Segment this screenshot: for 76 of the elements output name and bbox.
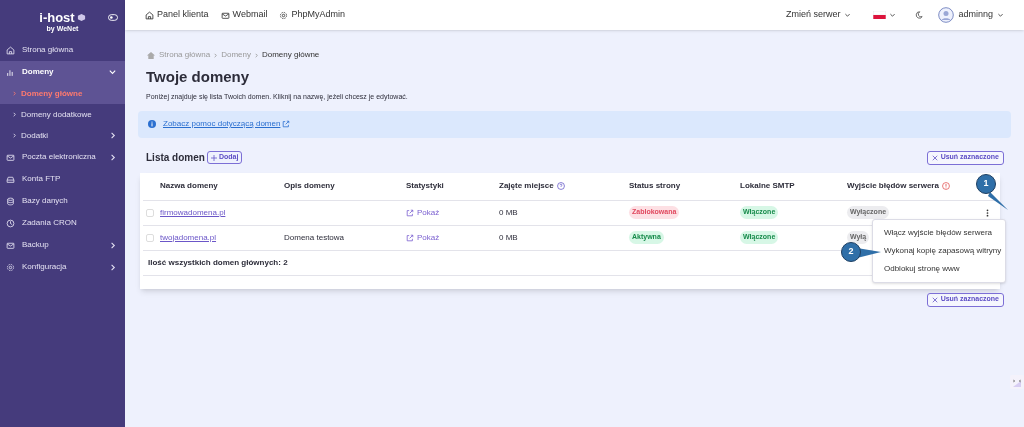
callout-pointer <box>988 192 1008 210</box>
sidebar-item[interactable]: Domeny <box>0 61 125 83</box>
moon-icon[interactable] <box>915 11 924 19</box>
stats-link[interactable]: Pokaż <box>406 231 440 244</box>
menu-icon <box>6 240 15 250</box>
menu-icon <box>6 218 15 228</box>
chevron-icon <box>997 11 1004 19</box>
bullet-chevron-icon <box>12 133 17 138</box>
external-link-icon[interactable] <box>282 120 291 128</box>
domain-link[interactable]: firmowadomena.pl <box>160 207 226 217</box>
sidebar-item[interactable]: Strona główna <box>0 39 125 61</box>
column-header: Status strony <box>629 180 681 192</box>
row-checkbox[interactable] <box>146 208 154 217</box>
breadcrumb-link[interactable]: Domeny główne <box>261 49 320 61</box>
more-options-icon[interactable] <box>986 208 989 217</box>
sidebar-item[interactable]: Zadania CRON <box>0 212 125 234</box>
flag-icon <box>873 11 887 19</box>
sidebar-item[interactable]: Konta FTP <box>0 168 125 190</box>
link-icon <box>145 10 154 20</box>
disk-usage: 0 MB <box>499 207 518 217</box>
home-icon <box>146 50 156 60</box>
language-dropdown[interactable] <box>873 11 897 19</box>
sidebar-item[interactable]: Poczta elektroniczna <box>0 146 125 168</box>
bullet-chevron-icon <box>12 91 17 96</box>
toggle-icon[interactable] <box>108 14 118 21</box>
help-link[interactable]: Zobacz pomoc dotyczącą domen <box>163 118 281 130</box>
menu-icon <box>6 45 15 55</box>
column-header: Nazwa domeny <box>160 180 218 192</box>
column-header: Lokalne SMTP <box>740 180 795 192</box>
stats-link[interactable]: Pokaż <box>406 206 440 219</box>
top-link[interactable]: Panel klienta <box>145 8 209 22</box>
page-title: Twoje domeny <box>146 69 251 84</box>
server-dropdown[interactable]: Zmień serwer <box>785 8 852 22</box>
domain-description: Domena testowa <box>284 232 345 242</box>
row-checkbox[interactable] <box>146 233 154 242</box>
menu-icon <box>6 196 15 206</box>
chevron-icon <box>889 11 897 19</box>
close-icon <box>931 296 938 303</box>
disk-usage: 0 MB <box>499 232 518 242</box>
warning-icon <box>941 182 950 190</box>
menu-item[interactable]: Odblokuj stronę www <box>873 260 1005 278</box>
chevron-icon <box>844 11 852 19</box>
column-header: Wyjście błędów serwera <box>847 180 939 192</box>
menu-icon <box>6 152 15 162</box>
menu-icon <box>6 174 15 184</box>
domain-count: Ilość wszystkich domen głównych: 2 <box>148 256 288 269</box>
list-title: Lista domen <box>146 151 205 165</box>
sidebar-item[interactable]: Konfiguracja <box>0 256 125 278</box>
plus-icon <box>210 154 217 161</box>
avatar-icon <box>938 7 955 23</box>
sidebar-subitem[interactable]: Domeny dodatkowe <box>0 104 125 125</box>
link-icon <box>220 10 230 20</box>
sidebar-subitem[interactable]: Dodatki <box>0 125 125 146</box>
menu-item[interactable]: Włącz wyjście błędów serwera <box>873 224 1005 242</box>
menu-icon <box>6 67 15 77</box>
close-icon <box>931 154 938 161</box>
external-link-icon <box>406 208 414 217</box>
external-link-icon <box>406 233 414 242</box>
link-icon <box>279 10 289 20</box>
menu-icon <box>6 262 15 272</box>
bullet-chevron-icon <box>12 112 17 117</box>
domain-link[interactable]: twojadomena.pl <box>160 232 217 242</box>
cube-icon <box>76 12 86 22</box>
logo-text: i-host <box>39 10 75 24</box>
sidebar-item[interactable]: Bazy danych <box>0 190 125 212</box>
breadcrumb-separator-icon <box>253 52 259 58</box>
help-icon <box>556 182 565 190</box>
info-icon <box>148 120 156 128</box>
column-header: Zajęte miejsce <box>499 180 554 192</box>
breadcrumb-separator-icon <box>213 52 219 58</box>
top-link[interactable]: PhpMyAdmin <box>279 8 345 22</box>
top-link[interactable]: Webmail <box>220 8 268 22</box>
sidebar-item[interactable]: Backup <box>0 234 125 256</box>
column-header: Statystyki <box>406 180 444 192</box>
user-menu[interactable]: adminng <box>938 7 1004 23</box>
column-header: Opis domeny <box>284 180 335 192</box>
